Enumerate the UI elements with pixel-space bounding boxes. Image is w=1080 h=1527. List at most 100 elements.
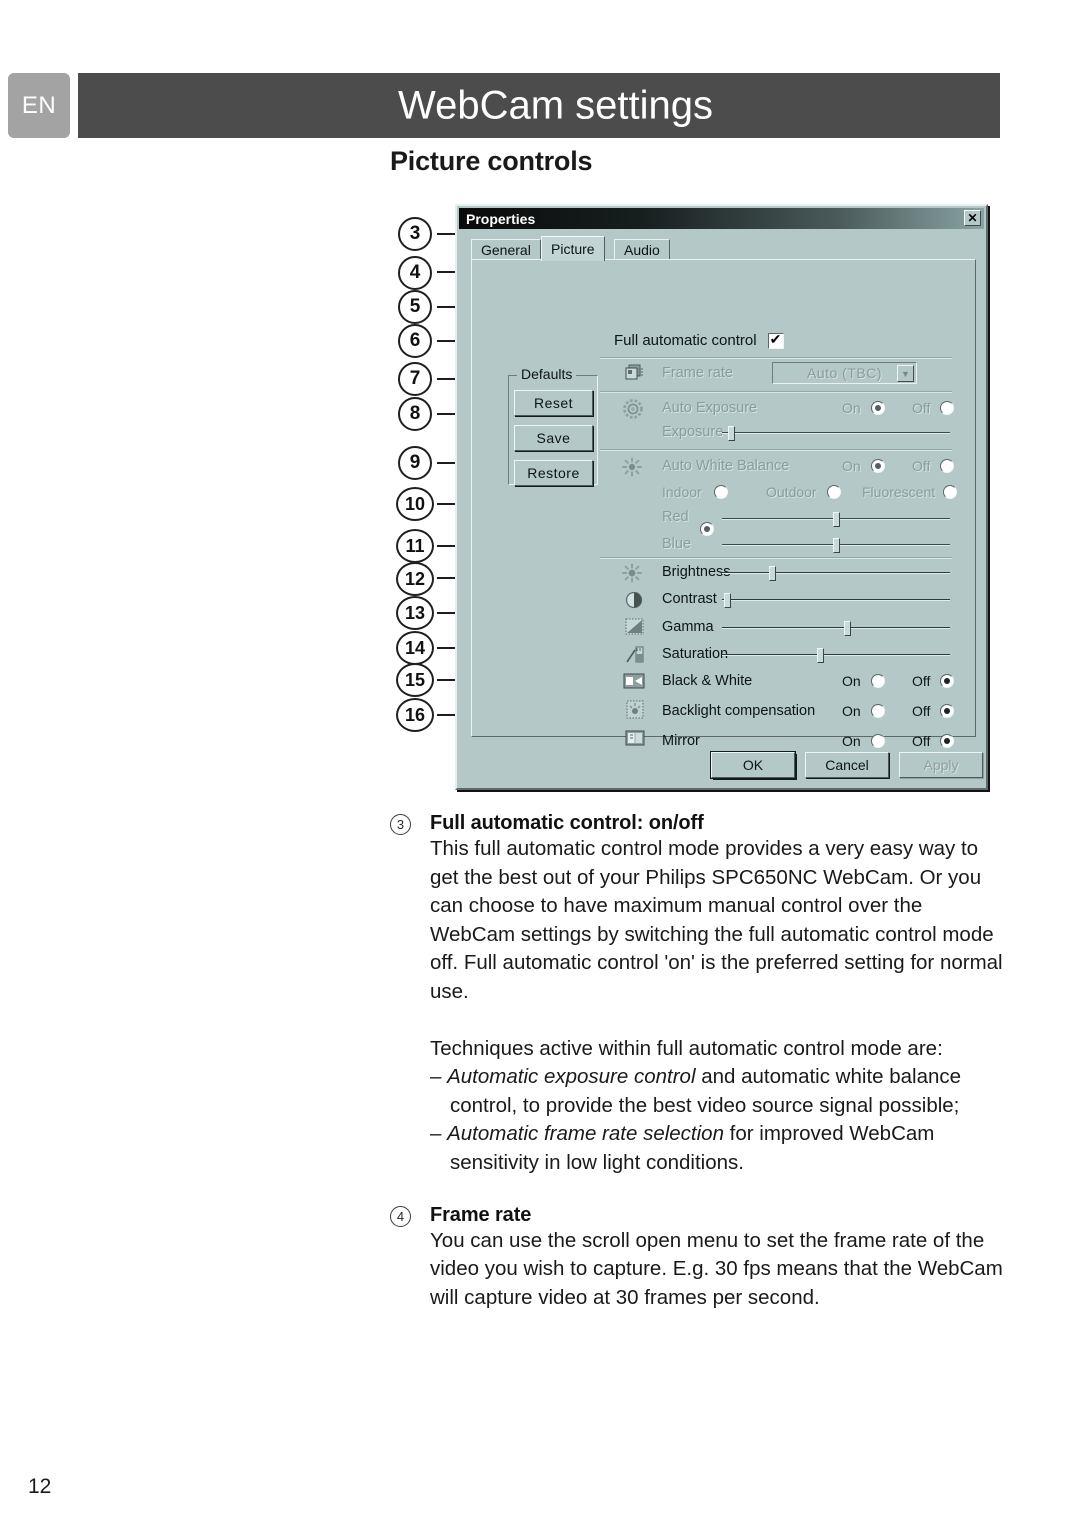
slider-thumb[interactable] — [833, 512, 840, 527]
slider-thumb[interactable] — [728, 426, 736, 441]
mirror-off[interactable]: Off — [912, 733, 955, 749]
wb-outdoor-radio[interactable] — [826, 485, 841, 499]
close-icon[interactable]: ✕ — [964, 210, 981, 226]
auto-exposure-on[interactable]: On — [842, 400, 885, 416]
slider-thumb[interactable] — [769, 566, 777, 581]
wb-fluorescent-label: Fluorescent — [862, 484, 936, 500]
wb-indoor-label: Indoor — [662, 484, 702, 500]
contrast-slider[interactable] — [722, 593, 950, 608]
awb-off-label: Off — [912, 458, 931, 474]
body-text: 3 Full automatic control: on/off This fu… — [390, 812, 1010, 1312]
tab-picture[interactable]: Picture — [541, 236, 605, 261]
restore-button[interactable]: Restore — [514, 460, 593, 486]
slider-thumb[interactable] — [844, 621, 852, 636]
mirror-on-label: On — [842, 733, 861, 749]
full-automatic-control-checkbox[interactable] — [767, 331, 784, 349]
bw-on-radio[interactable] — [870, 674, 885, 688]
callout-5: 5 — [398, 290, 432, 324]
black-white-label: Black & White — [662, 673, 753, 689]
reset-button[interactable]: Reset — [514, 390, 593, 416]
separator — [600, 557, 952, 559]
technique-bullet-1: – Automatic exposure control and automat… — [430, 1065, 962, 1117]
saturation-icon — [626, 646, 644, 663]
auto-exposure-off[interactable]: Off — [912, 400, 955, 416]
wb-fluorescent-radio[interactable] — [943, 485, 958, 499]
frame-rate-select[interactable]: Auto (TBC) ▼ — [772, 362, 917, 384]
backlight-on-radio[interactable] — [870, 704, 885, 718]
mirror-off-label: Off — [912, 733, 931, 749]
technique-bullet-1-italic: Automatic exposure control — [447, 1065, 696, 1089]
apply-button: Apply — [899, 752, 983, 778]
slider-thumb[interactable] — [723, 593, 731, 608]
contrast-icon — [625, 591, 643, 609]
red-label: Red — [662, 509, 689, 525]
callout-3: 3 — [398, 217, 432, 251]
bw-off-label: Off — [912, 673, 931, 689]
auto-exposure-on-radio[interactable] — [870, 401, 885, 415]
save-button[interactable]: Save — [514, 425, 593, 451]
callout-10: 10 — [396, 487, 434, 521]
page-number: 12 — [28, 1475, 52, 1498]
chevron-down-icon[interactable]: ▼ — [897, 365, 914, 382]
item-3-heading: 3 Full automatic control: on/off — [390, 812, 1010, 835]
backlight-off-radio[interactable] — [940, 704, 955, 718]
brightness-slider[interactable] — [722, 566, 950, 581]
gamma-slider[interactable] — [722, 621, 950, 636]
slider-thumb[interactable] — [817, 648, 825, 663]
exposure-slider[interactable] — [722, 426, 950, 441]
wb-mode-outdoor[interactable]: Outdoor — [766, 484, 841, 500]
brightness-label: Brightness — [662, 564, 731, 580]
callout-8: 8 — [398, 397, 432, 431]
saturation-slider[interactable] — [722, 648, 950, 663]
auto-exposure-label: Auto Exposure — [662, 400, 758, 416]
separator — [600, 357, 952, 359]
black-white-off[interactable]: Off — [912, 673, 955, 689]
technique-bullet-2-italic: Automatic frame rate selection — [447, 1122, 724, 1146]
page-header: EN WebCam settings — [0, 73, 1000, 138]
callout-14: 14 — [396, 631, 434, 665]
mirror-on[interactable]: On — [842, 733, 885, 749]
slider-track — [722, 432, 950, 434]
awb-on-label: On — [842, 458, 861, 474]
auto-white-balance-off[interactable]: Off — [912, 458, 955, 474]
wb-mode-indoor[interactable]: Indoor — [662, 484, 728, 500]
callout-6: 6 — [398, 324, 432, 358]
gamma-icon — [625, 618, 644, 635]
backlight-icon — [626, 700, 644, 719]
black-white-on[interactable]: On — [842, 673, 885, 689]
mirror-on-radio[interactable] — [870, 734, 885, 748]
full-automatic-control-row[interactable]: Full automatic control — [614, 331, 784, 349]
tab-general[interactable]: General — [471, 239, 541, 260]
callout-4: 4 — [398, 256, 432, 290]
cancel-button[interactable]: Cancel — [805, 752, 889, 778]
auto-exposure-off-radio[interactable] — [940, 401, 955, 415]
callout-13: 13 — [396, 596, 434, 630]
tab-audio[interactable]: Audio — [614, 239, 670, 260]
wb-mode-fluorescent[interactable]: Fluorescent — [862, 484, 958, 500]
language-tab: EN — [8, 73, 70, 138]
backlight-off-label: Off — [912, 703, 931, 719]
red-radio[interactable] — [700, 522, 714, 536]
dialog-titlebar[interactable]: Properties ✕ — [459, 208, 984, 229]
defaults-legend: Defaults — [517, 366, 577, 382]
item-3-paragraph: This full automatic control mode provide… — [430, 837, 1003, 1003]
aperture-icon — [623, 399, 643, 419]
auto-white-balance-on[interactable]: On — [842, 458, 885, 474]
awb-off-radio[interactable] — [940, 459, 955, 473]
wb-indoor-radio[interactable] — [713, 485, 728, 499]
slider-track — [722, 599, 950, 601]
backlight-on[interactable]: On — [842, 703, 885, 719]
item-3-number: 3 — [390, 814, 411, 835]
backlight-off[interactable]: Off — [912, 703, 955, 719]
auto-exposure-off-label: Off — [912, 400, 931, 416]
ok-button[interactable]: OK — [711, 752, 795, 778]
red-slider[interactable] — [722, 512, 950, 527]
mirror-label: Mirror — [662, 733, 700, 749]
slider-thumb[interactable] — [833, 538, 840, 553]
bw-off-radio[interactable] — [940, 674, 955, 688]
callout-16: 16 — [396, 698, 434, 732]
awb-on-radio[interactable] — [870, 459, 885, 473]
mirror-off-radio[interactable] — [940, 734, 955, 748]
exposure-label: Exposure — [662, 424, 724, 440]
blue-slider[interactable] — [722, 538, 950, 553]
